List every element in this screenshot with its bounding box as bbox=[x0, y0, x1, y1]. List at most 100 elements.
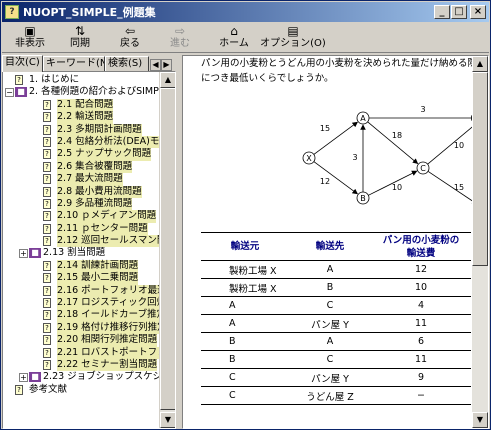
topic-scroll-down-icon[interactable]: ▼ bbox=[472, 412, 488, 428]
tab-right-arrow-icon[interactable]: ▶ bbox=[161, 59, 172, 71]
help-app-icon: ? bbox=[5, 5, 19, 19]
options-label: オプション(O) bbox=[260, 38, 326, 49]
forward-button[interactable]: ⇨ 進む bbox=[164, 24, 196, 52]
tree-item[interactable]: − ■ 2. 各種例題の紹介およびSIMPLEでの bbox=[5, 86, 175, 98]
tree-item[interactable]: ? 2.3 多期間計画問題 bbox=[5, 123, 157, 136]
tree-item-label: 2.14 訓練計画問題 bbox=[57, 259, 139, 273]
table-row: AC4 bbox=[201, 296, 471, 315]
tree-item-label: 2.7 最大流問題 bbox=[57, 173, 123, 186]
edge-cost-label: 18 bbox=[392, 131, 402, 140]
help-page-icon: ? bbox=[43, 347, 51, 358]
tab-contents[interactable]: 目次(C) bbox=[2, 55, 43, 72]
cell-cost: 10 bbox=[371, 278, 471, 297]
table-row: 製粉工場 X B 10 bbox=[201, 278, 471, 297]
graph-node-label: C bbox=[420, 164, 426, 173]
sync-icon: ⇅ bbox=[74, 24, 86, 38]
help-page-icon: ? bbox=[15, 384, 23, 395]
help-page-icon: ? bbox=[43, 136, 51, 147]
tree-item-label: 2. 各種例題の紹介およびSIMPLEでの bbox=[29, 86, 176, 98]
scroll-down-icon[interactable]: ▼ bbox=[160, 412, 175, 428]
table-row: C うどん屋 Z − bbox=[201, 386, 471, 405]
graph-node-label: A bbox=[360, 114, 366, 123]
forward-arrow-icon: ⇨ bbox=[174, 24, 186, 38]
edge-arrow bbox=[427, 170, 478, 205]
col-header-from: 輸送元 bbox=[201, 232, 289, 261]
hide-button[interactable]: ▣ 非表示 bbox=[10, 24, 50, 52]
cell-to: A bbox=[289, 260, 371, 279]
expand-icon[interactable]: + bbox=[19, 373, 28, 383]
back-button[interactable]: ⇦ 戻る bbox=[114, 24, 146, 52]
tree-item[interactable]: ? 2.4 包絡分析法(DEA)モデル bbox=[5, 135, 175, 149]
tree-item[interactable]: ? 2.10 ｐメディアン問題 bbox=[5, 210, 157, 223]
maximize-button[interactable]: □ bbox=[451, 5, 467, 19]
tree-item-label: 2.8 最小費用流問題 bbox=[57, 185, 142, 198]
edge-arrow bbox=[367, 121, 419, 165]
tree-item[interactable]: ? 2.11 ｐセンター問題 bbox=[5, 222, 157, 236]
tab-left-arrow-icon[interactable]: ◀ bbox=[150, 59, 161, 71]
help-page-icon: ? bbox=[43, 298, 51, 309]
topic-scroll-up-icon[interactable]: ▲ bbox=[472, 56, 488, 72]
tree-item[interactable]: ? 2.8 最小費用流問題 bbox=[5, 185, 157, 198]
scroll-up-icon[interactable]: ▲ bbox=[160, 72, 175, 88]
tree-item-label: 2.13 割当問題 bbox=[43, 247, 106, 259]
tree-item[interactable]: ? 2.14 訓練計画問題 bbox=[5, 259, 157, 273]
tree-item[interactable]: ? 2.7 最大流問題 bbox=[5, 173, 157, 186]
home-icon: ⌂ bbox=[230, 24, 238, 38]
table-row: BA6 bbox=[201, 332, 471, 351]
tree-item[interactable]: ? 2.9 多品種流問題 bbox=[5, 197, 157, 211]
tree-item-label: 2.5 ナップサック問題 bbox=[57, 148, 152, 161]
edge-cost-label: 10 bbox=[454, 141, 464, 150]
tree-item[interactable]: ? 2.6 集合被覆問題 bbox=[5, 160, 157, 174]
tree-item[interactable]: ? 1. はじめに bbox=[5, 74, 157, 86]
tree-scrollbar[interactable]: ▲ ▼ bbox=[159, 72, 175, 428]
sync-button[interactable]: ⇅ 同期 bbox=[62, 24, 98, 52]
edge-cost-label: 10 bbox=[392, 183, 402, 192]
tree-item[interactable]: + ■ 2.23 ジョブショップスケジューリ bbox=[5, 371, 175, 383]
tree-item[interactable]: ? 2.15 最小二乗問題 bbox=[5, 272, 157, 285]
tab-keyword[interactable]: キーワード(N) bbox=[43, 56, 105, 71]
close-button[interactable]: × bbox=[470, 5, 486, 19]
cell-cost: − bbox=[371, 386, 471, 405]
options-button[interactable]: ▤ オプション(O) bbox=[260, 24, 326, 52]
nav-tabs: 目次(C) キーワード(N) 検索(S) ◀ ▶ bbox=[2, 55, 176, 72]
tab-search[interactable]: 検索(S) bbox=[105, 56, 149, 71]
book-icon: ■ bbox=[29, 372, 41, 383]
tree-item[interactable]: ? 2.2 輸送問題 bbox=[5, 111, 157, 124]
edge-cost-label: 12 bbox=[320, 177, 330, 186]
topic-scrollbar[interactable]: ▲ ▼ bbox=[472, 56, 488, 428]
tree-item-label: 2.6 集合被覆問題 bbox=[57, 160, 133, 174]
title-bar[interactable]: ? NUOPT_SIMPLE_例題集 _ □ × bbox=[2, 2, 489, 22]
collapse-icon[interactable]: − bbox=[5, 88, 14, 98]
tree-item[interactable]: ? 2.20 相関行列推定問題 bbox=[5, 334, 158, 347]
topic-scroll-thumb[interactable] bbox=[472, 72, 488, 266]
tree-item[interactable]: ? 2.1 配合問題 bbox=[5, 98, 157, 112]
tree-list: ? 1. はじめに − ■ 2. 各種例題の紹介およびSIMPLEでの? 2.1 配合問題… bbox=[5, 74, 175, 396]
table-row: B C 11 bbox=[201, 350, 471, 369]
tree-item[interactable]: + ■ 2.13 割当問題 bbox=[5, 247, 157, 259]
tree-item[interactable]: ?2.21 ロバストポートフォリオ最適 bbox=[5, 346, 175, 359]
help-window: ? NUOPT_SIMPLE_例題集 _ □ × ▣ 非表示 ⇅ 同期 ⇦ 戻る… bbox=[0, 0, 491, 430]
cell-from: B bbox=[201, 332, 289, 351]
expand-icon[interactable]: + bbox=[19, 249, 28, 259]
tree-item-label: 2.22 セミナー割当問題 bbox=[57, 358, 158, 372]
tree-item-label: 2.2 輸送問題 bbox=[57, 111, 114, 124]
tree-item[interactable]: ? 2.22 セミナー割当問題 bbox=[5, 358, 158, 372]
back-label: 戻る bbox=[120, 38, 140, 49]
tree-item[interactable]: ? 2.19 格付け推移行列推定問題 bbox=[5, 321, 175, 335]
sync-label: 同期 bbox=[70, 38, 90, 49]
minimize-button[interactable]: _ bbox=[434, 5, 450, 19]
help-page-icon: ? bbox=[43, 149, 51, 160]
tree-item[interactable]: ? 2.5 ナップサック問題 bbox=[5, 148, 157, 161]
help-page-icon: ? bbox=[43, 310, 51, 321]
help-page-icon: ? bbox=[43, 260, 51, 271]
home-label: ホーム bbox=[219, 38, 249, 49]
scroll-thumb[interactable] bbox=[160, 88, 175, 410]
tree-item[interactable]: ?2.16 ポートフォリオ最適化問題 bbox=[5, 284, 175, 298]
cell-from: 製粉工場 X bbox=[201, 260, 289, 279]
home-button[interactable]: ⌂ ホーム bbox=[214, 24, 254, 52]
tree-item[interactable]: ? 参考文献 bbox=[5, 384, 157, 396]
tree-item[interactable]: ?2.17 ロジスティック回帰モデル bbox=[5, 297, 175, 310]
tree-item[interactable]: ? 2.18 イールドカーブ推定問題 bbox=[5, 309, 175, 322]
tree-item[interactable]: ? 2.12 巡回セールスマン問題 bbox=[5, 235, 175, 248]
col-header-cost-part: 輸送費 bbox=[406, 247, 436, 259]
